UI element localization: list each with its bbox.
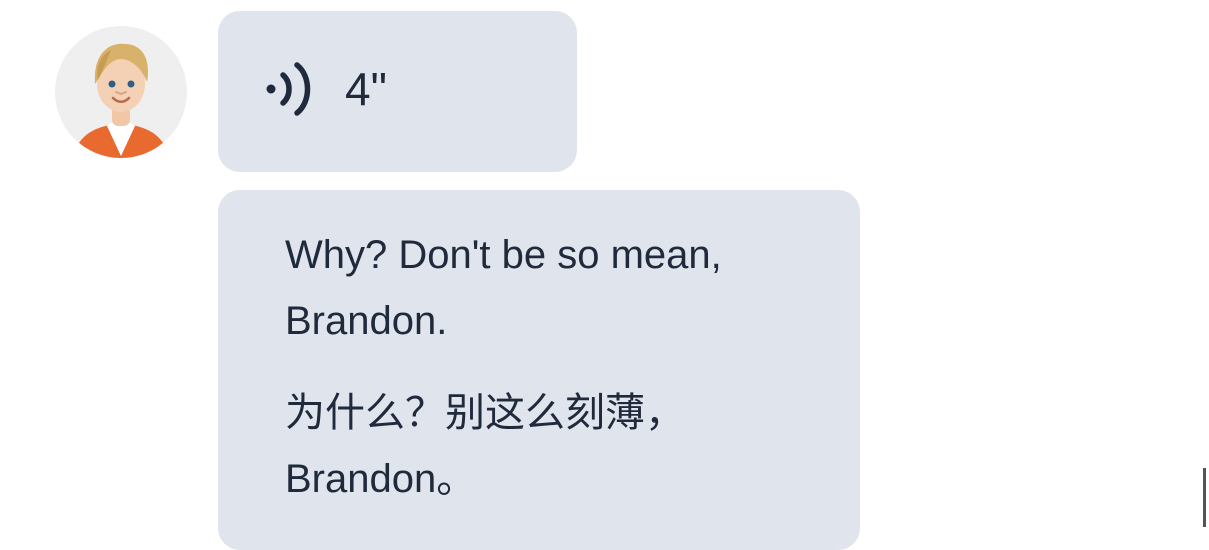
user-avatar-icon [55, 26, 187, 158]
avatar[interactable] [55, 26, 187, 158]
english-message: Why? Don't be so mean, Brandon. [285, 233, 722, 343]
scrollbar[interactable] [1203, 468, 1206, 527]
chinese-translation: 为什么？别这么刻薄，Brandon。 [285, 391, 685, 501]
voice-duration: 4" [345, 63, 387, 115]
sound-wave-icon[interactable] [263, 58, 319, 120]
